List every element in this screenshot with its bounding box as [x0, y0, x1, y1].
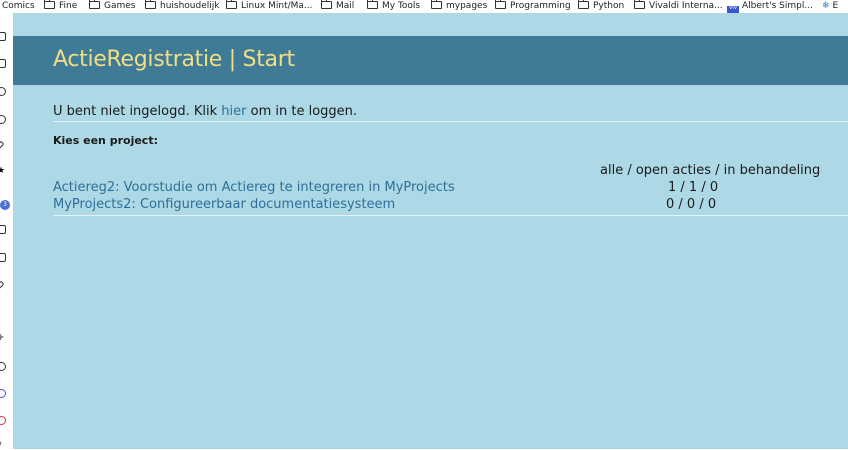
project-list: Actiereg2: Voorstudie om Actiereg te int… [53, 180, 848, 216]
panel-pocket-icon[interactable] [0, 416, 6, 425]
panel-clock-icon[interactable] [0, 115, 6, 124]
folder-icon [321, 0, 332, 9]
project-link-myprojects2[interactable]: MyProjects2: Configureerbaar documentati… [53, 197, 395, 212]
folder-icon [578, 0, 589, 9]
panel-settings-icon[interactable] [0, 362, 6, 371]
bookmark-mypages[interactable]: mypages [431, 0, 487, 12]
bookmark-games[interactable]: Games [89, 0, 135, 12]
project-row: MyProjects2: Configureerbaar documentati… [53, 197, 848, 214]
project-counts: 0 / 0 / 0 [666, 197, 717, 212]
page-header: ActieRegistratie | Start [13, 36, 848, 85]
project-link-actiereg2[interactable]: Actiereg2: Voorstudie om Actiereg te int… [53, 180, 455, 195]
bookmark-programming[interactable]: Programming [495, 0, 571, 12]
bookmark-fine[interactable]: Fine [44, 0, 77, 12]
folder-icon [226, 0, 237, 9]
folder-icon [367, 0, 378, 9]
vivaldi-logo-icon: VIV [727, 6, 739, 13]
counts-column-header: alle / open acties / in behandeling [600, 163, 821, 178]
folder-icon [634, 0, 645, 9]
project-counts: 1 / 1 / 0 [668, 180, 719, 195]
bookmark-huishoudelijk[interactable]: huishoudelijk [145, 0, 219, 12]
login-suffix: om in te loggen. [246, 104, 358, 119]
panel-puzzle-icon[interactable]: ✚ [0, 334, 4, 342]
choose-project-label: Kies een project: [53, 134, 158, 147]
panel-edit-icon[interactable] [0, 280, 5, 291]
bookmark-vivaldi-internal[interactable]: Vivaldi Interna... [634, 0, 723, 12]
side-panel: ★ 3 ) ✚ 7 [0, 13, 13, 450]
page-title: ActieRegistratie | Start [53, 47, 295, 72]
panel-mastodon-icon[interactable] [0, 389, 6, 398]
login-prefix: U bent niet ingelogd. Klik [53, 104, 222, 119]
bookmark-e[interactable]: ❄ E [822, 0, 838, 12]
folder-icon [495, 0, 506, 9]
panel-calendar-icon[interactable] [0, 225, 6, 234]
bookmark-linux-mint[interactable]: Linux Mint/Ma... [226, 0, 313, 12]
login-link[interactable]: hier [221, 104, 246, 119]
bookmark-my-tools[interactable]: My Tools [367, 0, 420, 12]
bookmark-mail[interactable]: Mail [321, 0, 354, 12]
snowflake-icon: ❄ [822, 1, 830, 11]
folder-icon [145, 0, 156, 9]
page-content: ActieRegistratie | Start U bent niet ing… [13, 13, 848, 449]
panel-history-icon[interactable] [0, 87, 6, 96]
panel-bookmarks-icon[interactable] [0, 32, 6, 41]
panel-notes-icon[interactable] [0, 140, 5, 151]
bookmark-python[interactable]: Python [578, 0, 624, 12]
login-notice: U bent niet ingelogd. Klik hier om in te… [53, 104, 848, 122]
folder-icon [431, 0, 442, 9]
panel-tasks-icon[interactable] [0, 253, 6, 262]
panel-feed-icon[interactable]: ) [0, 308, 4, 316]
bookmark-alberts-simple[interactable]: VIV Albert's Simpl... [727, 0, 813, 13]
project-row: Actiereg2: Voorstudie om Actiereg te int… [53, 180, 848, 197]
bookmarks-bar: Comics Fine Games huishoudelijk Linux Mi… [0, 0, 848, 13]
panel-star-icon[interactable]: ★ [0, 167, 5, 176]
bookmark-comics[interactable]: Comics [2, 0, 35, 12]
folder-icon [44, 0, 55, 9]
folder-icon [89, 0, 100, 9]
panel-downloads-icon[interactable] [0, 59, 6, 68]
panel-more-icon[interactable]: 7 [0, 442, 4, 450]
mail-count-badge: 3 [0, 200, 10, 210]
